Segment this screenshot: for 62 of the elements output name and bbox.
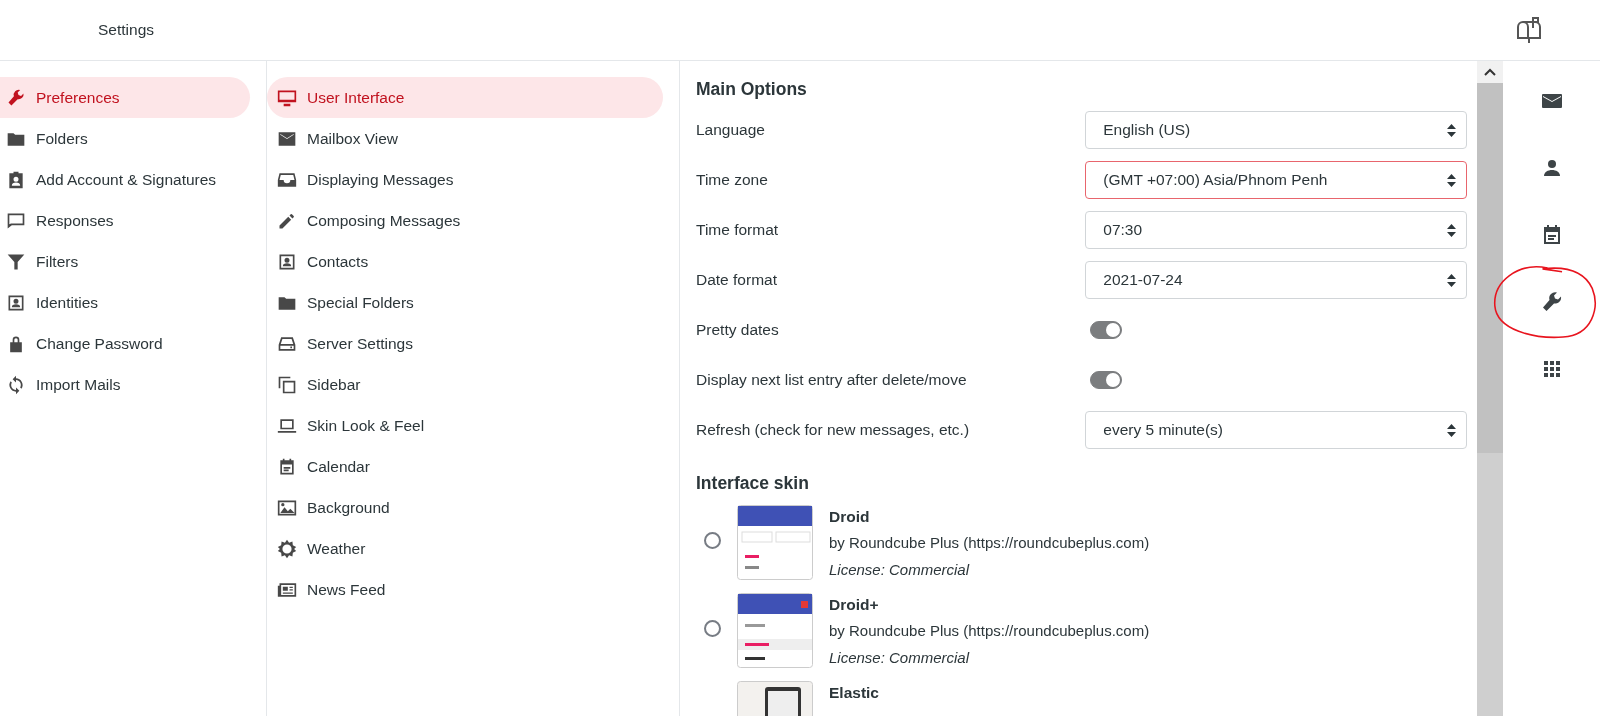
- scrollbar[interactable]: [1477, 61, 1503, 716]
- nav-item[interactable]: Background: [267, 487, 663, 528]
- sync-icon: [6, 374, 26, 395]
- nav-item[interactable]: Calendar: [267, 446, 663, 487]
- sort-caret-icon: [1447, 423, 1456, 437]
- field-label: Refresh (check for new messages, etc.): [696, 420, 971, 441]
- id-badge-icon: [6, 169, 26, 190]
- field-label: Time format: [696, 220, 780, 241]
- skin-name: Droid+: [829, 595, 880, 615]
- select-field[interactable]: 2021-07-24: [1085, 261, 1467, 299]
- copy-squares-icon: [277, 374, 297, 395]
- sort-caret-icon: [1447, 173, 1456, 187]
- skin-license: License: Commercial: [829, 647, 971, 668]
- toggle-switch[interactable]: [1090, 321, 1122, 339]
- field-label: Pretty dates: [696, 320, 780, 341]
- nav-item[interactable]: Responses: [0, 200, 250, 241]
- nav-item[interactable]: Mailbox View: [267, 118, 663, 159]
- skin-author: by Roundcube Plus (https://roundcubeplus.com): [829, 533, 1150, 554]
- field-label: Date format: [696, 270, 778, 291]
- nav-item[interactable]: Skin Look & Feel: [267, 405, 663, 446]
- nav-item[interactable]: User Interface: [267, 77, 663, 118]
- skin-name: Elastic: [829, 683, 879, 703]
- field-label: Language: [696, 120, 766, 141]
- sort-caret-icon: [1447, 123, 1456, 137]
- nav-item[interactable]: Import Mails: [0, 364, 250, 405]
- select-field[interactable]: 07:30: [1085, 211, 1467, 249]
- nav-item[interactable]: Weather: [267, 528, 663, 569]
- scrollbar-thumb[interactable]: [1477, 83, 1503, 453]
- sort-caret-icon: [1447, 273, 1456, 287]
- nav-item[interactable]: Contacts: [267, 241, 663, 282]
- sort-caret-icon: [1447, 223, 1456, 237]
- nav-item[interactable]: Displaying Messages: [267, 159, 663, 200]
- select-field[interactable]: (GMT +07:00) Asia/Phnom Penh: [1085, 161, 1467, 199]
- skin-license: License: Commercial: [829, 559, 971, 580]
- page-title: Settings: [97, 20, 154, 41]
- nav-item[interactable]: Preferences: [0, 77, 250, 118]
- select-field[interactable]: every 5 minute(s): [1085, 411, 1467, 449]
- nav-item[interactable]: Sidebar: [267, 364, 663, 405]
- nav-item[interactable]: News Feed: [267, 569, 663, 610]
- scroll-up-icon[interactable]: [1484, 68, 1496, 76]
- section-heading: Interface skin: [696, 473, 810, 495]
- mailbox-icon: [1516, 16, 1542, 44]
- wrench-icon: [6, 87, 26, 108]
- nav-item[interactable]: Special Folders: [267, 282, 663, 323]
- nav-item[interactable]: Server Settings: [267, 323, 663, 364]
- nav-item[interactable]: Add Account & Signatures: [0, 159, 250, 200]
- nav-item[interactable]: Folders: [0, 118, 250, 159]
- toggle-switch[interactable]: [1090, 371, 1122, 389]
- radio-button[interactable]: [704, 532, 721, 549]
- section-heading: Main Options: [696, 79, 808, 101]
- nav-item[interactable]: Identities: [0, 282, 250, 323]
- nav-item[interactable]: Composing Messages: [267, 200, 663, 241]
- select-field[interactable]: English (US): [1085, 111, 1467, 149]
- nav-item[interactable]: Change Password: [0, 323, 250, 364]
- skin-name: Droid: [829, 507, 871, 527]
- calendar-icon: [277, 456, 297, 477]
- nav-item[interactable]: Filters: [0, 241, 250, 282]
- sun-outline-icon: [277, 538, 297, 559]
- skin-author: by Roundcube Plus (https://roundcubeplus.com): [829, 621, 1150, 642]
- field-label: Time zone: [696, 170, 769, 191]
- field-label: Display next list entry after delete/move: [696, 370, 968, 391]
- radio-button[interactable]: [704, 620, 721, 637]
